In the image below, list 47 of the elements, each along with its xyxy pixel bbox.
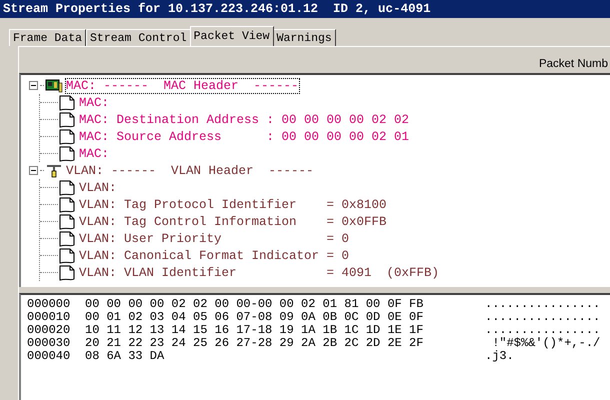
pipe-tap-icon xyxy=(45,162,63,178)
tab[interactable]: Frame Data xyxy=(9,29,86,46)
hex-bytes: 20 21 22 23 24 25 26 27-28 29 2A 2B 2C 2D 2E 2F xyxy=(85,337,424,350)
hex-offset: 000040 xyxy=(27,350,72,363)
tab[interactable]: Warnings xyxy=(272,29,336,46)
hex-offset: 000020 xyxy=(27,324,72,337)
document-icon xyxy=(58,230,76,246)
document-icon xyxy=(58,264,76,280)
collapse-icon[interactable] xyxy=(29,166,38,175)
document-icon xyxy=(58,248,76,264)
tab[interactable]: Stream Control xyxy=(86,29,191,46)
tree-item[interactable]: VLAN: User Priority = 0 xyxy=(79,232,350,246)
tree-item[interactable]: MAC: Source Address : 00 00 00 00 02 01 xyxy=(79,130,410,144)
hex-bytes: 00 01 02 03 04 05 06 07-08 09 0A 0B 0C 0D 0E 0F xyxy=(85,311,424,324)
tree-item[interactable]: MAC: xyxy=(79,146,110,160)
column-label: Packet Numb xyxy=(538,58,608,70)
collapse-icon[interactable] xyxy=(29,81,38,90)
tab[interactable]: Packet View xyxy=(190,26,274,46)
ascii-text: ................ xyxy=(485,298,600,311)
window-title: Stream Properties for 10.137.223.246:01.12 ID 2, uc-4091 xyxy=(0,0,610,18)
tree-item[interactable]: MAC: xyxy=(79,96,110,110)
ascii-text: .j3. xyxy=(485,350,514,363)
hex-offset: 000030 xyxy=(27,337,72,350)
hex-offset: 000000 xyxy=(27,298,72,311)
hex-bytes: 08 6A 33 DA xyxy=(85,350,166,363)
tree-item[interactable]: MAC: Destination Address : 00 00 00 00 02 02 xyxy=(79,112,410,126)
tree-item[interactable]: VLAN: Tag Control Information = 0x0FFB xyxy=(79,214,387,228)
hex-bytes: 10 11 12 13 14 15 16 17-18 19 1A 1B 1C 1D 1E 1F xyxy=(85,324,424,337)
ascii-text: ................ xyxy=(485,311,600,324)
document-icon xyxy=(58,180,76,196)
tree-item[interactable]: VLAN: Tag Protocol Identifier = 0x8100 xyxy=(79,198,387,212)
hex-offset: 000010 xyxy=(27,311,72,324)
hex-bytes: 00 00 00 00 02 02 00 00-00 00 02 01 81 00 0F FB xyxy=(85,298,424,311)
tree-item[interactable]: VLAN: Canonical Format Indicator = 0 xyxy=(79,248,350,262)
tree-item[interactable]: VLAN: ------ VLAN Header ------ xyxy=(66,164,314,178)
document-icon xyxy=(58,196,76,212)
ascii-text: !"#$%&'()*+,-./ xyxy=(491,337,600,350)
tree-item[interactable]: VLAN: xyxy=(79,180,117,194)
document-icon xyxy=(58,112,76,128)
document-icon xyxy=(58,214,76,230)
ascii-text: ................ xyxy=(485,324,600,337)
network-card-icon xyxy=(45,78,63,94)
document-icon xyxy=(58,146,76,162)
document-icon xyxy=(58,128,76,144)
tree-item[interactable]: VLAN: VLAN Identifier = 4091 (0xFFB) xyxy=(79,266,440,280)
tree-item[interactable]: MAC: ------ MAC Header ------ xyxy=(66,78,299,92)
document-icon xyxy=(58,94,76,110)
